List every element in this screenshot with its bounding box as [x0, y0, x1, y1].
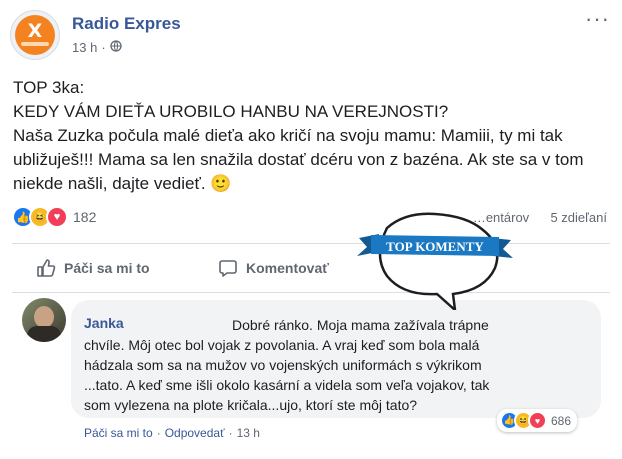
like-button[interactable]: Páči sa mi to — [36, 258, 150, 278]
comment-bubble-icon — [219, 260, 237, 277]
like-label: Páči sa mi to — [64, 260, 150, 276]
comment-line: ...tato. A keď sme išli okolo kasární a … — [84, 377, 490, 393]
reaction-count: 182 — [73, 209, 97, 225]
post-line: niekde našli, dajte vedieť. 🙂 — [13, 174, 232, 193]
sep: · — [156, 426, 161, 440]
post-line: KEDY VÁM DIEŤA UROBILO HANBU NA VEREJNOS… — [13, 102, 449, 121]
comment-text: Dobré ránko. Moja mama zažívala trápne c… — [84, 315, 584, 415]
thumbs-up-icon — [37, 259, 56, 277]
more-dots-icon[interactable]: ··· — [585, 6, 610, 32]
comment-actions: Páči sa mi to · Odpovedať · 13 h — [84, 426, 260, 440]
avatar-face — [34, 306, 54, 328]
divider — [12, 243, 610, 244]
badge-label: TOP KOMENTY — [386, 239, 484, 254]
post-line: Naša Zuzka počula malé dieťa ako kričí n… — [13, 126, 563, 145]
comment-reactions[interactable]: 👍 😆 ♥ 686 — [497, 409, 578, 432]
logo-bar — [21, 42, 49, 46]
post-text: TOP 3ka: KEDY VÁM DIEŤA UROBILO HANBU NA… — [13, 76, 613, 196]
page-name[interactable]: Radio Expres — [72, 14, 181, 34]
comment-reply-link[interactable]: Odpovedať — [165, 426, 225, 440]
commenter-avatar[interactable] — [22, 298, 66, 342]
sep: · — [228, 426, 233, 440]
post-reactions[interactable]: 👍 😆 ♥ 182 — [12, 206, 96, 228]
top-komenty-badge: TOP KOMENTY — [357, 212, 513, 310]
logo-mark: X — [15, 15, 55, 55]
comment-line: Dobré ránko. Moja mama zažívala trápne — [232, 317, 489, 333]
meta-separator: · — [101, 40, 106, 55]
logo-x-icon: X — [27, 20, 43, 42]
comment-button[interactable]: Komentovať — [218, 258, 329, 278]
comment-reaction-count: 686 — [551, 413, 572, 428]
divider — [12, 292, 610, 293]
post-meta: 13 h · — [72, 40, 122, 55]
comment-line: chvíle. Môj otec bol vojak z povolania. … — [84, 337, 480, 353]
post-line: TOP 3ka: — [13, 78, 85, 97]
love-reaction-icon: ♥ — [528, 411, 547, 430]
globe-icon — [110, 40, 122, 55]
avatar-body — [27, 326, 61, 342]
comment-like-link[interactable]: Páči sa mi to — [84, 426, 153, 440]
shares-count[interactable]: 5 zdieľaní — [550, 210, 607, 225]
comment-label: Komentovať — [246, 260, 329, 276]
love-reaction-icon: ♥ — [46, 206, 68, 228]
comment-time[interactable]: 13 h — [237, 426, 260, 440]
post-time[interactable]: 13 h — [72, 40, 97, 55]
post-line: ubližuješ!!! Mama sa len snažila dostať … — [13, 150, 584, 169]
comment-line: hádzala som sa na mužov vo vojenských un… — [84, 357, 482, 373]
page-avatar-logo[interactable]: X — [10, 10, 60, 60]
